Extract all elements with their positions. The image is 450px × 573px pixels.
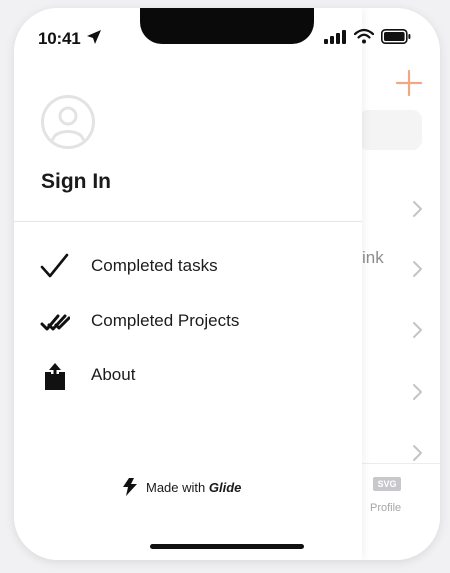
menu-item-about[interactable]: About [14,352,362,398]
chevron-right-icon[interactable] [410,444,424,462]
menu-item-completed-projects[interactable]: Completed Projects [14,298,362,344]
wifi-icon [354,28,374,44]
glide-brand: Glide [208,480,242,495]
sign-in-button[interactable]: Sign In [41,170,111,194]
menu-item-completed-tasks[interactable]: Completed tasks [14,243,362,289]
chevron-right-icon[interactable] [410,200,424,218]
chevron-right-icon[interactable] [410,260,424,278]
cellular-signal-icon [324,30,346,44]
location-arrow-icon [87,30,101,44]
status-time: 10:41 [38,29,81,48]
menu-item-label: Completed Projects [91,311,240,330]
profile-tab-icon[interactable]: SVG [373,477,401,491]
status-bar: 10:41 [14,8,440,52]
side-drawer: Sign In Completed tasks Completed Projec… [14,8,362,560]
phone-frame: ink SVG Profile Sign In Completed tasks … [14,8,440,560]
divider [14,221,362,222]
avatar-icon[interactable] [40,94,96,150]
menu-item-label: About [91,365,136,384]
double-checkmark-icon [40,314,70,331]
glide-logo-icon [123,478,137,496]
partial-list-text: ink [362,248,384,267]
share-icon [45,363,65,390]
chevron-right-icon[interactable] [410,321,424,339]
menu-item-label: Completed tasks [91,256,218,275]
made-with-text: Made with Glide [146,480,242,495]
battery-icon [381,29,411,44]
search-field[interactable] [358,110,422,150]
tab-profile[interactable]: Profile [370,502,401,514]
made-with-glide-link[interactable]: Made with Glide [121,477,281,497]
checkmark-icon [40,253,69,278]
notch [140,8,314,44]
add-icon[interactable] [394,68,424,98]
home-indicator[interactable] [150,544,304,549]
chevron-right-icon[interactable] [410,383,424,401]
